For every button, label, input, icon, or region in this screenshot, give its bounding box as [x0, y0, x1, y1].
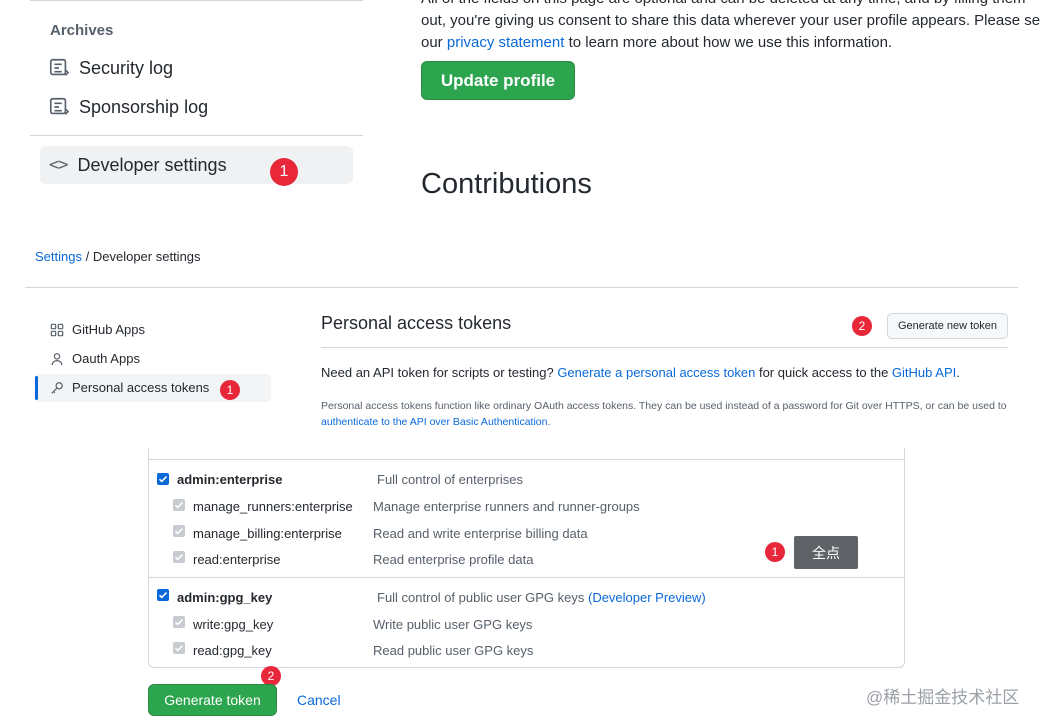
intro-text: our [421, 34, 443, 51]
step-badge: 2 [261, 666, 281, 686]
scope-name: admin:enterprise [177, 472, 283, 487]
checkbox-admin-enterprise[interactable] [157, 473, 169, 485]
log-icon [49, 58, 70, 76]
top-divider [30, 0, 363, 1]
title-divider [321, 347, 1008, 348]
intro-line: our privacy statement to learn more abou… [421, 32, 1049, 54]
check-icon [174, 619, 184, 626]
scope-description: Manage enterprise runners and runner-gro… [373, 499, 640, 514]
check-icon [158, 476, 168, 483]
profile-intro-text: All of the fields on this page are optio… [421, 0, 1049, 54]
check-icon [158, 592, 168, 599]
cancel-link[interactable]: Cancel [297, 692, 341, 708]
breadcrumb-separator: / [85, 249, 90, 264]
scope-name: write:gpg_key [193, 617, 274, 632]
checkbox-write-gpg-key[interactable] [173, 616, 185, 628]
api-token-hint: Need an API token for scripts or testing… [321, 365, 960, 380]
hint-text: . [956, 365, 960, 380]
sidebar-item-label: Sponsorship log [79, 96, 209, 117]
nav-active-indicator [35, 376, 38, 400]
scopes-top-divider [148, 459, 905, 460]
step-badge: 1 [270, 158, 298, 186]
code-icon: <> [49, 155, 69, 175]
sidebar-item-security-log[interactable]: Security log [48, 54, 173, 82]
checkbox-manage-runners[interactable] [173, 499, 185, 511]
breadcrumb-divider [25, 287, 1018, 288]
hint-text: Need an API token for scripts or testing… [321, 365, 554, 380]
scope-description: Read and write enterprise billing data [373, 526, 588, 541]
step-badge: 1 [220, 380, 240, 400]
intro-line: All of the fields on this page are optio… [421, 0, 1049, 10]
log-icon [49, 97, 70, 115]
nav-item-personal-access-tokens[interactable]: Personal access tokens [50, 380, 209, 395]
generate-token-button[interactable]: Generate token [148, 684, 277, 716]
sidebar-item-sponsorship-log[interactable]: Sponsorship log [48, 93, 208, 121]
key-icon [51, 381, 63, 394]
scope-name: admin:gpg_key [177, 590, 273, 605]
scope-name: read:gpg_key [193, 643, 272, 658]
intro-text: to learn more about how we use this info… [568, 34, 893, 51]
intro-line: out, you're giving us consent to share t… [421, 12, 1041, 29]
scope-description-text: Full control of public user GPG keys [377, 590, 585, 605]
pat-description: Personal access tokens function like ord… [321, 398, 1021, 430]
watermark: @稀土掘金技术社区 [866, 688, 1020, 707]
scope-description: Read public user GPG keys [373, 643, 534, 658]
developer-preview-link[interactable]: (Developer Preview) [588, 590, 706, 605]
check-icon [174, 502, 184, 509]
nav-item-oauth-apps[interactable]: Oauth Apps [50, 351, 140, 366]
nav-item-label: Oauth Apps [72, 351, 140, 366]
update-profile-button[interactable]: Update profile [421, 61, 575, 100]
scope-description: Write public user GPG keys [373, 617, 533, 632]
description-text: . [547, 416, 551, 428]
description-text: Personal access tokens function like ord… [321, 400, 1007, 412]
basic-auth-link[interactable]: authenticate to the API over Basic Authe… [321, 416, 547, 428]
scope-description: Full control of enterprises [377, 472, 523, 487]
step-badge: 2 [852, 316, 872, 336]
breadcrumb: Settings / Developer settings [35, 249, 201, 264]
generate-new-token-button[interactable]: Generate new token [887, 313, 1008, 339]
sidebar-item-label: Developer settings [77, 154, 227, 175]
page-title: Personal access tokens [321, 313, 512, 333]
scope-description: Full control of public user GPG keys (De… [377, 590, 706, 605]
checkbox-manage-billing[interactable] [173, 525, 185, 537]
checkbox-admin-gpg-key[interactable] [157, 589, 169, 601]
checkbox-read-enterprise[interactable] [173, 551, 185, 563]
scope-name: manage_billing:enterprise [193, 526, 342, 541]
scope-description: Read enterprise profile data [373, 552, 534, 567]
nav-item-github-apps[interactable]: GitHub Apps [50, 322, 145, 337]
check-icon [174, 554, 184, 561]
contributions-heading: Contributions [421, 168, 592, 200]
sidebar-item-developer-settings[interactable]: <> Developer settings [40, 146, 353, 184]
breadcrumb-settings-link[interactable]: Settings [35, 249, 82, 264]
step-badge: 1 [765, 542, 785, 562]
github-api-link[interactable]: GitHub API [892, 365, 956, 380]
select-all-tooltip: 全点 [794, 536, 858, 569]
sidebar-divider [30, 135, 363, 136]
nav-item-label: GitHub Apps [72, 322, 145, 337]
nav-item-label: Personal access tokens [72, 380, 210, 395]
scope-name: manage_runners:enterprise [193, 499, 353, 514]
privacy-statement-link[interactable]: privacy statement [447, 34, 565, 51]
scope-name: read:enterprise [193, 552, 281, 567]
check-icon [174, 645, 184, 652]
archives-heading: Archives [50, 22, 114, 39]
scope-group-divider [149, 577, 904, 578]
check-icon [174, 528, 184, 535]
sidebar-item-label: Security log [79, 57, 174, 78]
hint-text: for quick access to the [758, 365, 889, 380]
breadcrumb-current: Developer settings [92, 249, 201, 264]
generate-token-link[interactable]: Generate a personal access token [557, 365, 755, 380]
checkbox-read-gpg-key[interactable] [173, 642, 185, 654]
person-icon [51, 352, 63, 365]
apps-grid-icon [50, 323, 64, 336]
